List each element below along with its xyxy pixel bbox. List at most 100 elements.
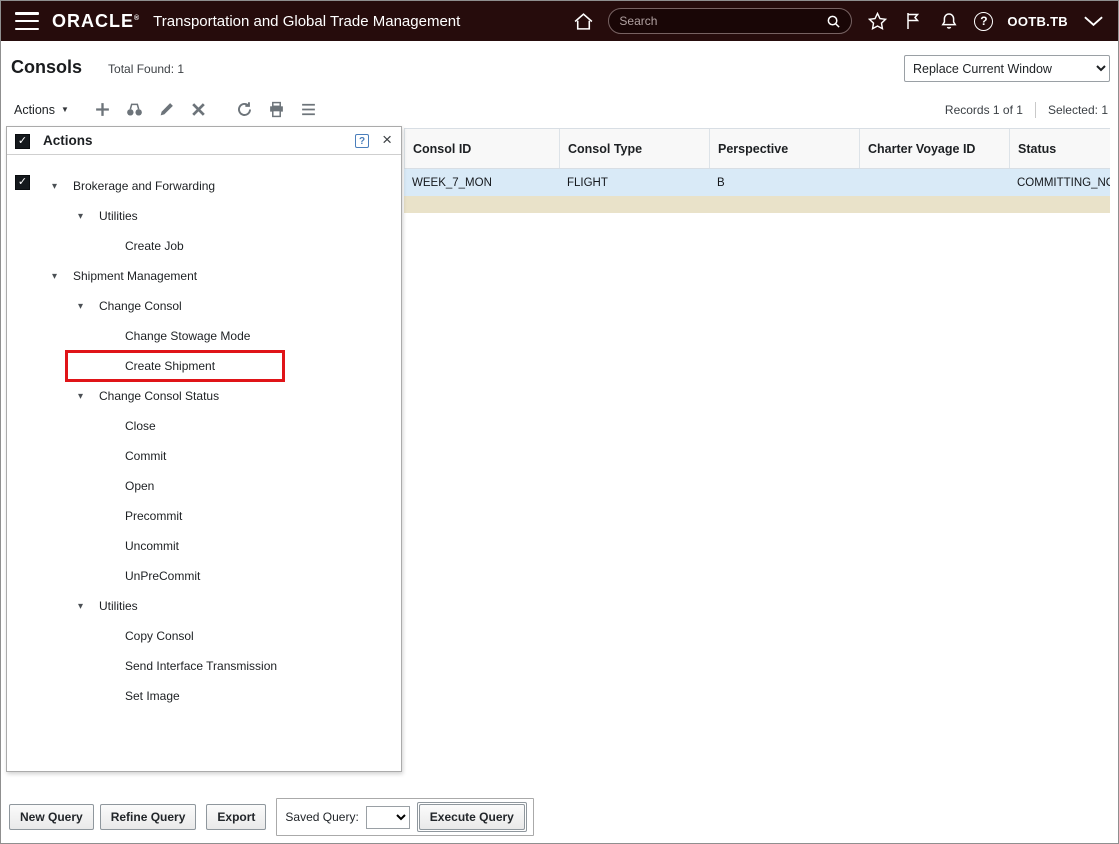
refresh-button[interactable] — [233, 98, 257, 122]
menu-icon[interactable] — [15, 12, 39, 30]
grid-toolbar: Actions ▼ Records 1 of 1 Selected: 1 — [1, 93, 1118, 126]
action-item-shipment-management[interactable]: ▾ Shipment Management — [7, 261, 401, 291]
action-item-label: Utilities — [99, 599, 138, 613]
window-mode-select[interactable]: Replace Current Window — [904, 55, 1110, 82]
column-header-perspective[interactable]: Perspective — [709, 129, 859, 168]
grid-body: WEEK_7_MON FLIGHT B COMMITTING_NO — [404, 169, 1110, 196]
action-item-create-job[interactable]: Create Job — [7, 231, 401, 261]
app-title: Transportation and Global Trade Manageme… — [153, 12, 461, 30]
actions-menu-label: Actions — [14, 102, 55, 117]
collapse-arrow-icon[interactable]: ▾ — [78, 601, 99, 612]
selected-count-label: Selected: 1 — [1047, 102, 1108, 117]
table-cell: B — [717, 176, 725, 189]
help-icon[interactable]: ? — [974, 11, 994, 31]
oracle-logo: ORACLE® — [52, 11, 140, 32]
saved-query-select[interactable] — [365, 805, 410, 829]
action-item-commit[interactable]: Commit — [7, 441, 401, 471]
table-cell: COMMITTING_NO — [1017, 176, 1110, 189]
notifications-bell-icon[interactable] — [938, 10, 960, 32]
flag-icon[interactable] — [902, 10, 924, 32]
results-grid: Consol ID Consol Type Perspective Charter V… — [404, 128, 1110, 213]
grid-view-button[interactable] — [297, 98, 321, 122]
actions-menu-button[interactable]: Actions ▼ — [14, 103, 69, 117]
delete-button[interactable] — [187, 98, 211, 122]
action-item-create-shipment[interactable]: Create Shipment — [7, 350, 401, 382]
brand-text: ORACLE — [52, 10, 134, 31]
action-item-brokerage-and-forwarding[interactable]: ▾ Brokerage and Forwarding — [7, 171, 401, 201]
column-header-status[interactable]: Status — [1009, 129, 1110, 168]
record-counts: Records 1 of 1 Selected: 1 — [944, 101, 1108, 118]
column-header-consol-type[interactable]: Consol Type — [559, 129, 709, 168]
collapse-arrow-icon[interactable]: ▾ — [52, 271, 73, 282]
action-item-open[interactable]: Open — [7, 471, 401, 501]
action-item-label: Create Shipment — [125, 359, 216, 373]
action-item-change-stowage-mode[interactable]: Change Stowage Mode — [7, 321, 401, 351]
action-item-close[interactable]: Close — [7, 411, 401, 441]
new-query-button[interactable]: New Query — [9, 804, 94, 830]
action-item-precommit[interactable]: Precommit — [7, 501, 401, 531]
page-title: Consols — [11, 56, 83, 77]
actions-popup: Actions ? × ▾ Brokerage and Forwarding ▾ Ut… — [6, 126, 402, 772]
topbar-actions: ? OOTB.TB — [572, 8, 1104, 34]
execute-query-wrapper: Execute Query — [416, 802, 527, 832]
favorites-star-icon[interactable] — [866, 10, 888, 32]
action-item-unprecommit[interactable]: UnPreCommit — [7, 561, 401, 591]
row-checkbox[interactable] — [15, 175, 30, 190]
chevron-down-icon[interactable] — [1082, 10, 1104, 32]
action-item-label: Send Interface Transmission — [125, 659, 278, 673]
column-header-charter-voyage-id[interactable]: Charter Voyage ID — [859, 129, 1009, 168]
action-item-label: UnPreCommit — [125, 569, 201, 583]
print-button[interactable] — [265, 98, 289, 122]
saved-query-group: Saved Query: Execute Query — [276, 798, 534, 836]
new-record-button[interactable] — [91, 98, 115, 122]
select-all-checkbox[interactable] — [15, 134, 30, 149]
home-icon[interactable] — [572, 10, 594, 32]
selection-summary-strip — [404, 196, 1110, 213]
saved-query-label: Saved Query: — [285, 810, 359, 824]
action-item-label: Copy Consol — [125, 629, 194, 643]
execute-query-button[interactable]: Execute Query — [418, 804, 525, 830]
table-row[interactable]: WEEK_7_MON FLIGHT B COMMITTING_NO — [404, 169, 1110, 196]
export-button[interactable]: Export — [206, 804, 267, 830]
actions-popup-title: Actions — [43, 133, 93, 148]
collapse-arrow-icon[interactable]: ▾ — [78, 391, 99, 402]
records-count-label: Records 1 of 1 — [944, 102, 1023, 117]
collapse-arrow-icon[interactable]: ▾ — [78, 301, 99, 312]
refine-query-button[interactable]: Refine Query — [99, 804, 197, 830]
collapse-arrow-icon[interactable]: ▾ — [78, 211, 99, 222]
user-menu-label[interactable]: OOTB.TB — [1007, 14, 1068, 29]
action-item-label: Precommit — [125, 509, 183, 523]
close-icon[interactable]: × — [382, 130, 392, 150]
action-item-label: Brokerage and Forwarding — [73, 179, 216, 193]
action-item-label: Commit — [125, 449, 167, 463]
action-item-label: Uncommit — [125, 539, 180, 553]
view-binoculars-button[interactable] — [123, 98, 147, 122]
search-input[interactable] — [619, 14, 826, 28]
action-item-send-interface-transmission[interactable]: Send Interface Transmission — [7, 651, 401, 681]
popup-help-icon[interactable]: ? — [355, 134, 369, 148]
column-header-consol-id[interactable]: Consol ID — [404, 129, 559, 168]
edit-pencil-button[interactable] — [155, 98, 179, 122]
table-cell: WEEK_7_MON — [412, 176, 492, 189]
global-search-box — [608, 8, 853, 34]
total-found-label: Total Found: 1 — [108, 62, 185, 76]
divider — [1034, 101, 1036, 118]
table-cell: FLIGHT — [567, 176, 608, 189]
action-item-label: Open — [125, 479, 155, 493]
action-item-label: Utilities — [99, 209, 138, 223]
action-item-label: Change Stowage Mode — [125, 329, 251, 343]
action-item-change-consol[interactable]: ▾ Change Consol — [7, 291, 401, 321]
application-window: ORACLE® Transportation and Global Trade … — [0, 0, 1119, 844]
action-item-change-consol-status[interactable]: ▾ Change Consol Status — [7, 381, 401, 411]
action-item-copy-consol[interactable]: Copy Consol — [7, 621, 401, 651]
action-item-set-image[interactable]: Set Image — [7, 681, 401, 711]
collapse-arrow-icon[interactable]: ▾ — [52, 181, 73, 192]
registered-mark: ® — [134, 14, 141, 22]
action-item-utilities[interactable]: ▾ Utilities — [7, 591, 401, 621]
top-bar: ORACLE® Transportation and Global Trade … — [1, 1, 1118, 41]
actions-popup-header: Actions ? × — [7, 127, 401, 155]
search-icon[interactable] — [825, 13, 841, 29]
action-item-label: Set Image — [125, 689, 180, 703]
action-item-uncommit[interactable]: Uncommit — [7, 531, 401, 561]
action-item-utilities[interactable]: ▾ Utilities — [7, 201, 401, 231]
